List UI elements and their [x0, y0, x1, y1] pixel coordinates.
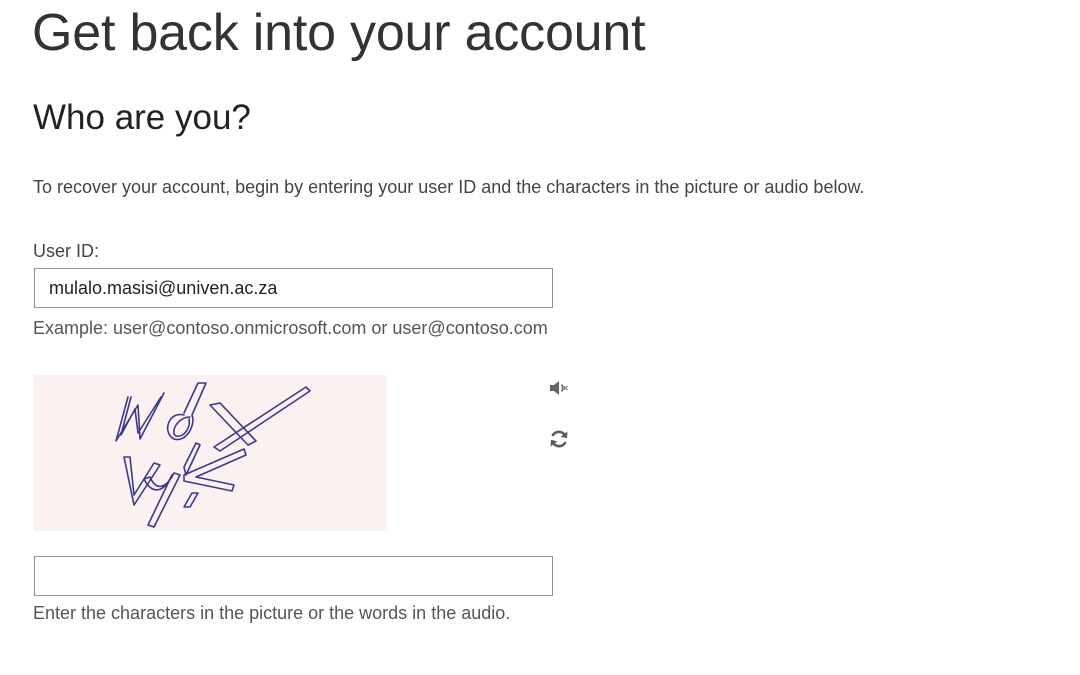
- user-id-input[interactable]: [34, 268, 553, 308]
- refresh-icon[interactable]: [546, 426, 572, 452]
- captcha-input[interactable]: [34, 556, 553, 596]
- user-id-label: User ID:: [33, 241, 100, 261]
- section-title: Who are you?: [33, 98, 251, 137]
- captcha-image: [34, 375, 387, 531]
- user-id-example: Example: user@contoso.onmicrosoft.com or…: [33, 318, 548, 338]
- captcha-glyphs: [115, 382, 311, 528]
- page-title: Get back into your account: [32, 4, 646, 62]
- recover-account-page: Get back into your account Who are you? …: [0, 0, 1080, 675]
- captcha-help-text: Enter the characters in the picture or t…: [33, 603, 511, 623]
- instructions-text: To recover your account, begin by enteri…: [33, 177, 865, 197]
- speaker-icon[interactable]: [546, 375, 572, 401]
